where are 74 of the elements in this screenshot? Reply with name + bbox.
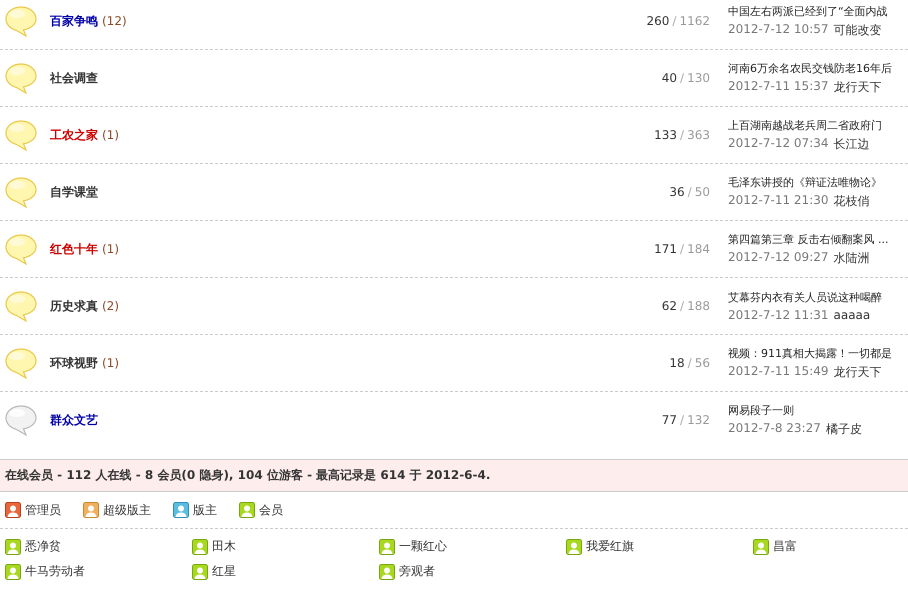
user-link[interactable]: 一颗红心 <box>399 538 447 555</box>
last-post-link[interactable]: 网易段子一则 <box>728 402 794 418</box>
last-post-link[interactable]: 毛泽东讲授的《辩证法唯物论》 <box>728 174 882 190</box>
last-post-link[interactable]: 艾幕芬内衣有关人员说这种喝醉 <box>728 290 882 305</box>
today-count: (1) <box>102 128 119 142</box>
forum-link[interactable]: 百家争鸣 <box>50 12 98 30</box>
forum-link[interactable]: 历史求真 <box>50 298 98 314</box>
today-count: (1) <box>102 242 119 256</box>
thread-count: 36 <box>669 185 685 199</box>
role-label: 会员 <box>259 502 283 518</box>
thread-count: 133 <box>654 128 678 142</box>
forum-link[interactable]: 工农之家 <box>50 126 98 144</box>
slash-separator: / <box>680 299 684 313</box>
slash-separator: / <box>688 185 692 199</box>
slash-separator: / <box>680 242 684 256</box>
last-post-link[interactable]: 上百湖南越战老兵周二省政府门 <box>728 118 882 132</box>
post-time: 2012-7-11 15:37 <box>728 78 828 94</box>
post-count: 188 <box>687 299 710 313</box>
thread-count: 62 <box>662 299 678 313</box>
role-label: 管理员 <box>25 502 61 518</box>
post-time: 2012-7-12 11:31 <box>728 308 828 322</box>
forum-link[interactable]: 自学课堂 <box>50 184 98 200</box>
author-link[interactable]: 花枝俏 <box>834 192 870 210</box>
post-count: 130 <box>687 71 710 85</box>
last-post-link[interactable]: 河南6万余名农民交钱防老16年后 <box>728 60 892 76</box>
post-count: 363 <box>687 128 710 142</box>
post-count: 184 <box>687 242 710 256</box>
author-link[interactable]: 龙行天下 <box>834 364 882 380</box>
thread-count: 18 <box>669 356 685 370</box>
post-count: 50 <box>694 185 710 199</box>
user-link[interactable]: 悉净贫 <box>25 538 61 555</box>
thread-count: 171 <box>654 242 678 256</box>
author-link[interactable]: 可能改变 <box>834 22 882 38</box>
author-link[interactable]: 长江边 <box>834 136 870 152</box>
user-link[interactable]: 红星 <box>212 563 236 580</box>
post-count: 56 <box>694 356 710 370</box>
user-link[interactable]: 牛马劳动者 <box>25 563 85 580</box>
forum-link[interactable]: 红色十年 <box>50 240 98 258</box>
post-time: 2012-7-8 23:27 <box>728 420 821 436</box>
user-link[interactable]: 我爱红旗 <box>586 538 634 555</box>
last-post-link[interactable]: 第四篇第三章 反击右倾翻案风 ... <box>728 232 888 246</box>
post-time: 2012-7-12 10:57 <box>728 22 828 38</box>
forum-link[interactable]: 社会调查 <box>50 70 98 86</box>
user-link[interactable]: 田木 <box>212 538 236 555</box>
slash-separator: / <box>672 14 676 28</box>
slash-separator: / <box>680 71 684 85</box>
author-link[interactable]: 水陆洲 <box>834 250 870 266</box>
last-post-link[interactable]: 视频：911真相大揭露！一切都是 <box>728 346 892 360</box>
post-count: 1162 <box>679 14 710 28</box>
last-post-link[interactable]: 中国左右两派已经到了“全面内战 <box>728 4 888 18</box>
forum-link[interactable]: 群众文艺 <box>50 412 98 428</box>
author-link[interactable]: 龙行天下 <box>834 78 882 96</box>
today-count: (2) <box>102 299 119 313</box>
slash-separator: / <box>688 356 692 370</box>
today-count: (12) <box>102 14 127 28</box>
thread-count: 40 <box>662 71 678 85</box>
user-link[interactable]: 昌富 <box>773 538 797 555</box>
post-time: 2012-7-12 09:27 <box>728 250 828 266</box>
forum-link[interactable]: 环球视野 <box>50 354 98 372</box>
post-count: 132 <box>687 413 710 427</box>
slash-separator: / <box>680 413 684 427</box>
post-time: 2012-7-11 15:49 <box>728 364 828 380</box>
post-time: 2012-7-12 07:34 <box>728 136 828 152</box>
author-link[interactable]: 橘子皮 <box>826 420 862 438</box>
thread-count: 77 <box>662 413 678 427</box>
author-link[interactable]: aaaaa <box>834 308 870 322</box>
thread-count: 260 <box>646 14 670 28</box>
role-label: 版主 <box>193 502 217 518</box>
post-time: 2012-7-11 21:30 <box>728 192 828 208</box>
role-label: 超级版主 <box>103 502 151 518</box>
user-link[interactable]: 旁观者 <box>399 563 435 580</box>
slash-separator: / <box>680 128 684 142</box>
online-summary: 在线会员 - 112 人在线 - 8 会员(0 隐身), 104 位游客 - 最高记录是 614 于 2012-6-4. <box>5 467 490 484</box>
today-count: (1) <box>102 356 119 370</box>
